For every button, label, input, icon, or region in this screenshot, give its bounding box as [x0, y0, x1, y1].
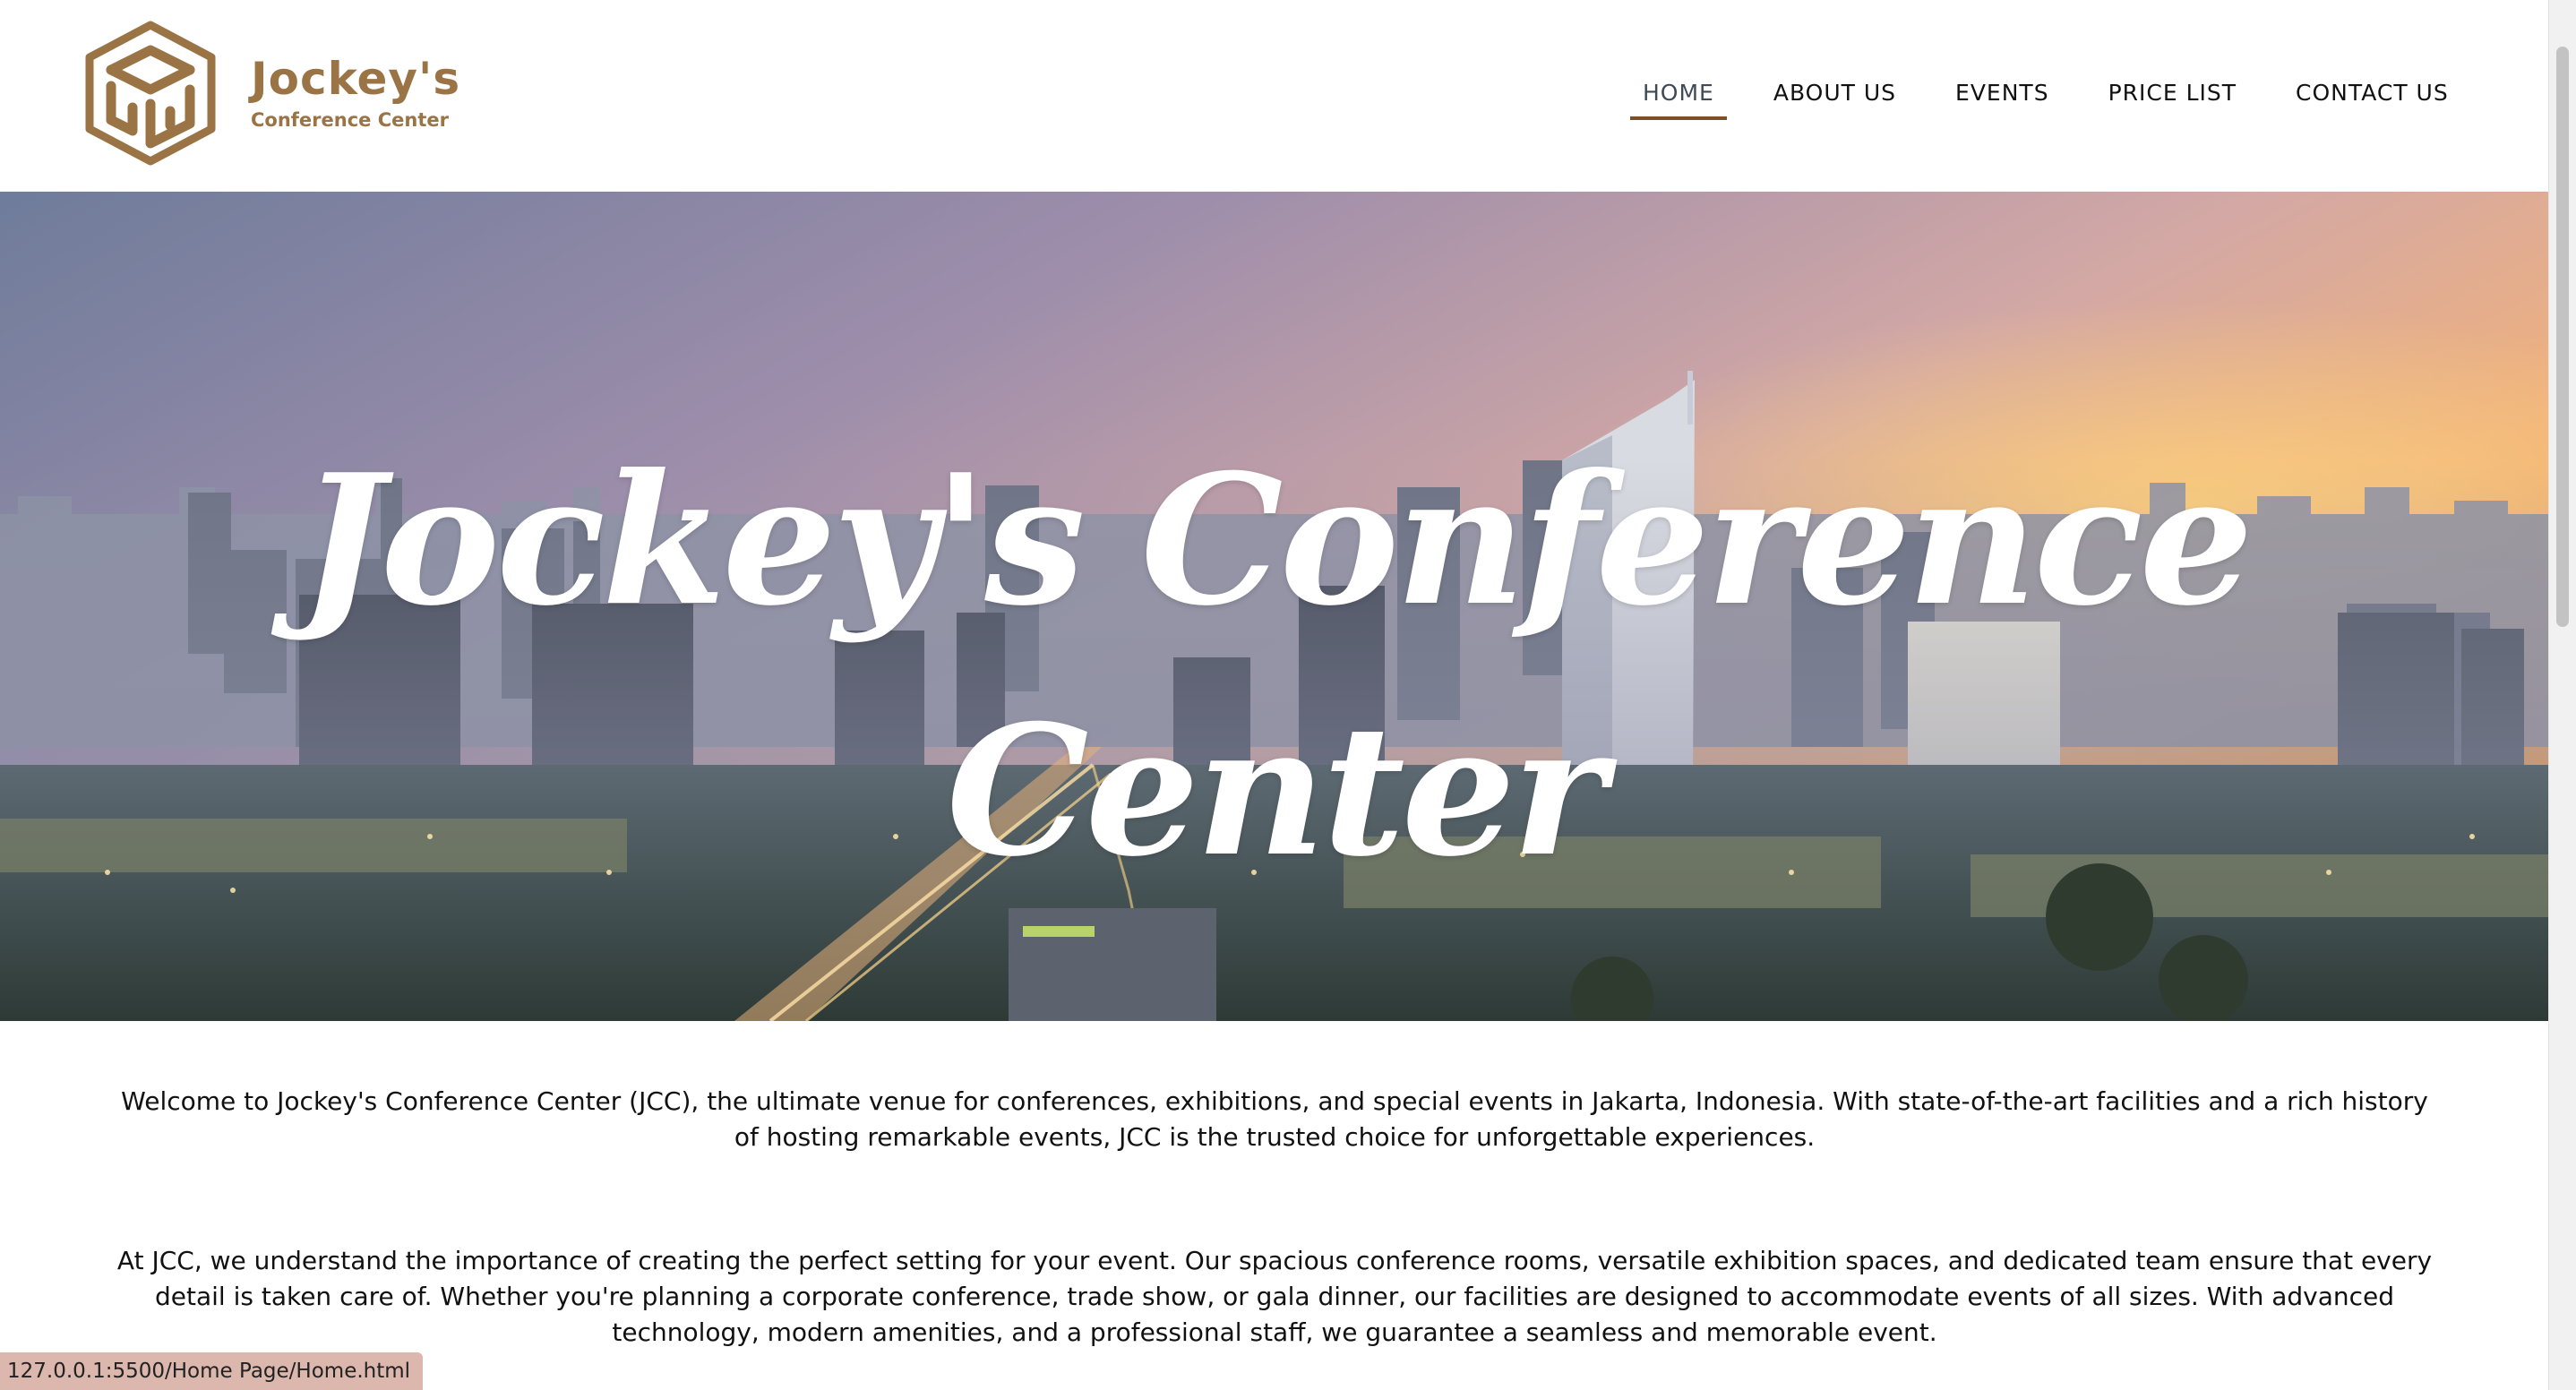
intro-content: Welcome to Jockey's Conference Center (J…: [116, 1084, 2433, 1390]
nav-price-list[interactable]: PRICE LIST: [2108, 75, 2237, 120]
about-paragraph: At JCC, we understand the importance of …: [116, 1246, 2433, 1347]
hero-title: Jockey's Conference Center: [0, 416, 2549, 917]
main-nav: HOME ABOUT US EVENTS PRICE LIST CONTACT …: [1630, 75, 2449, 120]
logo-link[interactable]: Jockey's Conference Center: [81, 18, 460, 168]
nav-contact-us[interactable]: CONTACT US: [2296, 75, 2449, 120]
logo-subtitle: Conference Center: [251, 109, 449, 131]
logo-title: Jockey's: [251, 53, 461, 105]
hero-title-line-1: Jockey's Conference: [299, 435, 2254, 646]
logo-text: Jockey's Conference Center: [251, 54, 460, 133]
cube-j-logo-icon: [85, 21, 216, 166]
intro-paragraph: Welcome to Jockey's Conference Center (J…: [121, 1086, 2428, 1152]
nav-events[interactable]: EVENTS: [1955, 75, 2049, 120]
site-header: Jockey's Conference Center HOME ABOUT US…: [0, 0, 2549, 192]
nav-home[interactable]: HOME: [1630, 75, 1727, 120]
page-scrollbar[interactable]: [2548, 0, 2576, 1390]
hero-banner: Jockey's Conference Center: [0, 192, 2549, 1021]
scrollbar-thumb[interactable]: [2556, 47, 2569, 627]
page: Jockey's Conference Center HOME ABOUT US…: [0, 0, 2576, 1390]
nav-about-us[interactable]: ABOUT US: [1773, 75, 1896, 120]
status-bar-url: 127.0.0.1:5500/Home Page/Home.html: [0, 1352, 424, 1390]
hero-title-line-2: Center: [946, 686, 1607, 897]
